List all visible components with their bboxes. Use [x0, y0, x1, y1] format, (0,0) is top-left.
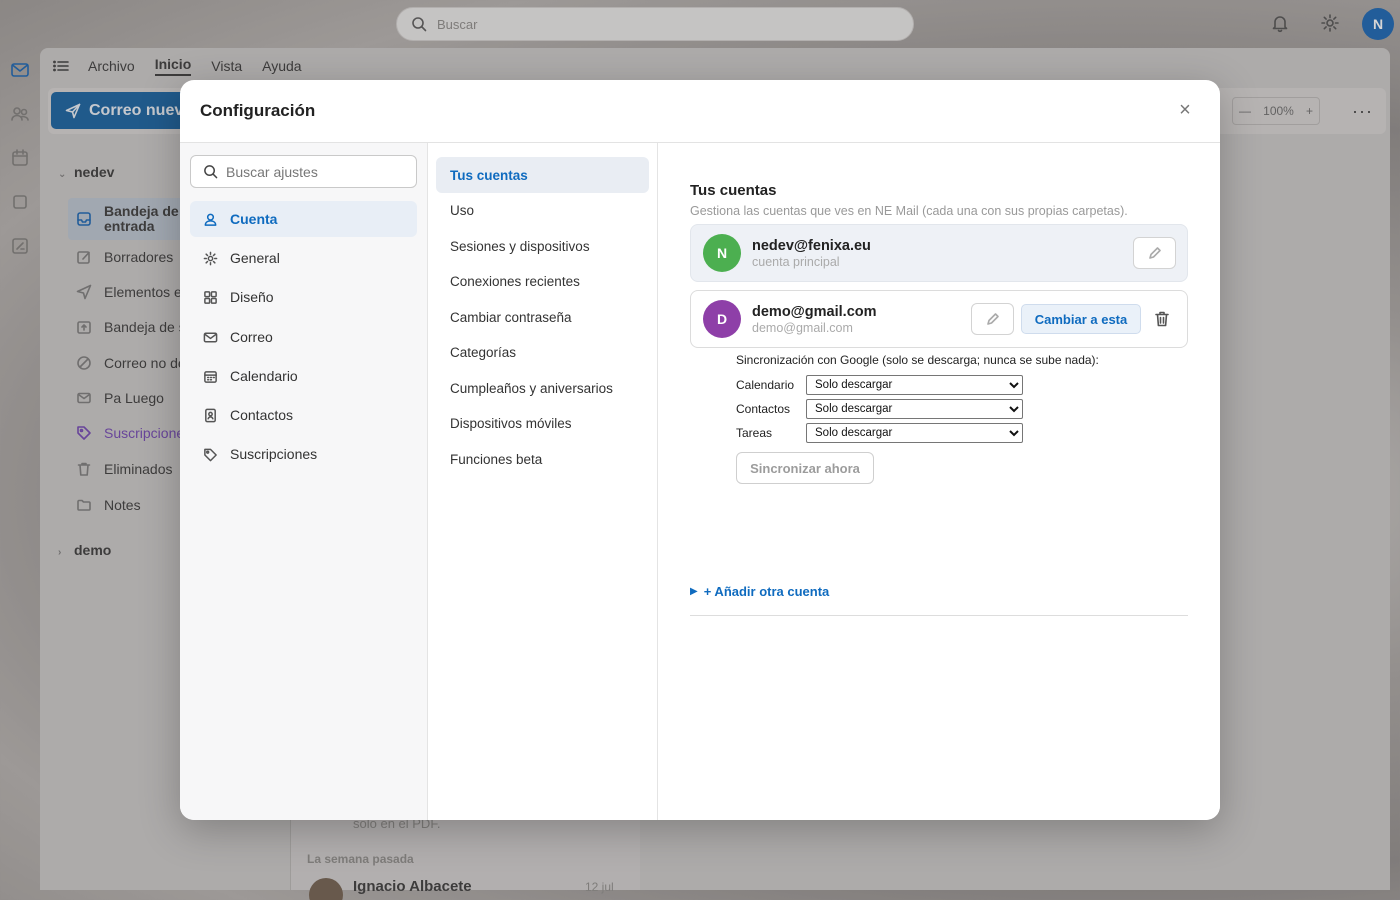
category-contactos[interactable]: Contactos — [190, 397, 417, 433]
category-diseno-label: Diseño — [230, 289, 274, 305]
section-title: Tus cuentas — [690, 182, 777, 199]
edit-account-button[interactable] — [1133, 237, 1176, 269]
account-email: nedev@fenixa.eu — [752, 238, 871, 254]
settings-dialog-header: Configuración × — [180, 80, 1220, 143]
category-general[interactable]: General — [190, 240, 417, 276]
subsection-tus-cuentas[interactable]: Tus cuentas — [436, 157, 649, 193]
secondary-account-card: D demo@gmail.com demo@gmail.com Cambiar … — [690, 290, 1188, 348]
avatar: D — [703, 300, 741, 338]
settings-search-input[interactable] — [226, 163, 406, 180]
account-subtitle: cuenta principal — [752, 255, 840, 269]
sync-calendar-select[interactable]: Solo descargar — [806, 375, 1023, 395]
add-account-toggle[interactable]: ▶ + Añadir otra cuenta — [690, 584, 829, 599]
sync-contacts-label: Contactos — [736, 402, 791, 416]
search-icon — [203, 164, 218, 179]
subsection-funciones-beta[interactable]: Funciones beta — [436, 441, 649, 477]
subsection-conexiones[interactable]: Conexiones recientes — [436, 263, 649, 299]
category-calendario-label: Calendario — [230, 368, 298, 384]
subsection-cambiar-contrasena[interactable]: Cambiar contraseña — [436, 299, 649, 335]
sync-row-tasks: Tareas Solo descargar — [736, 423, 1023, 443]
sync-row-contacts: Contactos Solo descargar — [736, 399, 1023, 419]
edit-account-button[interactable] — [971, 303, 1014, 335]
trash-icon[interactable] — [1153, 310, 1171, 328]
sync-title: Sincronización con Google (solo se desca… — [736, 353, 1099, 367]
google-sync-settings: Sincronización con Google (solo se desca… — [736, 353, 1176, 484]
close-button[interactable]: × — [1177, 100, 1193, 120]
contacts-icon — [203, 408, 218, 423]
calendar-icon — [203, 369, 218, 384]
sync-now-button[interactable]: Sincronizar ahora — [736, 452, 874, 484]
subsection-dispositivos-moviles[interactable]: Dispositivos móviles — [436, 405, 649, 441]
pencil-icon — [986, 312, 1000, 326]
avatar: N — [703, 234, 741, 272]
primary-account-card: N nedev@fenixa.eu cuenta principal — [690, 224, 1188, 282]
section-description: Gestiona las cuentas que ves en NE Mail … — [690, 204, 1128, 218]
category-calendario[interactable]: Calendario — [190, 358, 417, 394]
category-diseno[interactable]: Diseño — [190, 279, 417, 315]
subsection-categorias[interactable]: Categorías — [436, 334, 649, 370]
user-icon — [203, 212, 218, 227]
settings-dialog-title: Configuración — [200, 101, 316, 120]
subsection-cumpleanos[interactable]: Cumpleaños y aniversarios — [436, 370, 649, 406]
category-suscripciones[interactable]: Suscripciones — [190, 436, 417, 472]
account-email: demo@gmail.com — [752, 304, 877, 320]
divider — [690, 615, 1188, 616]
sync-tasks-select[interactable]: Solo descargar — [806, 423, 1023, 443]
sync-calendar-label: Calendario — [736, 378, 795, 392]
sync-tasks-label: Tareas — [736, 426, 773, 440]
subsection-uso[interactable]: Uso — [436, 192, 649, 228]
sync-contacts-select[interactable]: Solo descargar — [806, 399, 1023, 419]
settings-content: Tus cuentas Gestiona las cuentas que ves… — [658, 143, 1220, 820]
mail-icon — [203, 330, 218, 345]
sync-row-calendar: Calendario Solo descargar — [736, 375, 1023, 395]
category-correo-label: Correo — [230, 329, 273, 345]
category-cuenta[interactable]: Cuenta — [190, 201, 417, 237]
category-cuenta-label: Cuenta — [230, 211, 278, 227]
settings-categories: Cuenta General Diseño Correo Calendario … — [180, 143, 428, 820]
category-correo[interactable]: Correo — [190, 319, 417, 355]
add-account-label: + Añadir otra cuenta — [703, 584, 830, 599]
account-subtitle: demo@gmail.com — [752, 321, 853, 335]
gear-icon — [203, 251, 218, 266]
category-suscripciones-label: Suscripciones — [230, 446, 318, 462]
pencil-icon — [1148, 246, 1162, 260]
settings-search-box[interactable] — [190, 155, 417, 188]
tag-icon — [203, 447, 218, 462]
subsection-sesiones[interactable]: Sesiones y dispositivos — [436, 228, 649, 264]
layout-icon — [203, 290, 218, 305]
settings-subsections: Tus cuentas Uso Sesiones y dispositivos … — [428, 143, 658, 820]
category-general-label: General — [230, 250, 280, 266]
category-contactos-label: Contactos — [230, 407, 294, 423]
settings-dialog: Configuración × Cuenta General Diseño Co… — [180, 80, 1220, 820]
triangle-right-icon: ▶ — [690, 586, 698, 597]
switch-account-button[interactable]: Cambiar a esta — [1021, 304, 1141, 334]
